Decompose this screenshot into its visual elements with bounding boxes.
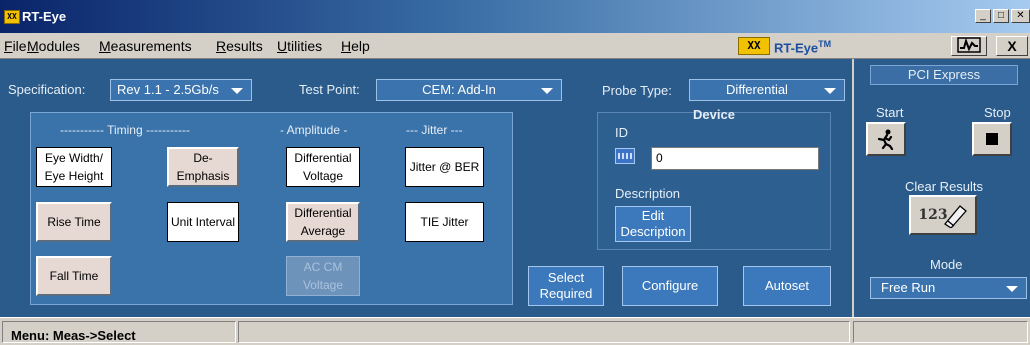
configure-button[interactable]: Configure xyxy=(622,266,718,306)
status-pane-right xyxy=(853,321,1028,343)
chevron-down-icon xyxy=(824,88,836,94)
brand-logo-icon: XX xyxy=(738,37,770,55)
stop-label: Stop xyxy=(984,105,1011,120)
menu-modules[interactable]: Modules xyxy=(27,38,80,54)
edit-description-button[interactable]: Edit Description xyxy=(615,206,691,242)
amplitude-group-header: - Amplitude - xyxy=(280,123,348,137)
maximize-button[interactable]: □ xyxy=(993,9,1009,23)
start-label: Start xyxy=(876,105,904,120)
menu-bar: File Modules Measurements Results Utilit… xyxy=(0,33,1030,59)
de-emphasis-button[interactable]: De- Emphasis xyxy=(167,147,239,187)
title-bar: XX RT-Eye _ □ ✕ xyxy=(0,0,1030,33)
mode-label: Mode xyxy=(930,257,963,272)
running-figure-icon xyxy=(877,129,894,150)
differential-average-button[interactable]: Differential Average xyxy=(286,202,360,242)
status-bar: Menu: Meas->Select xyxy=(0,317,1030,345)
jitter-at-ber-button[interactable]: Jitter @ BER xyxy=(405,147,484,187)
app-logo-icon: XX xyxy=(4,10,20,24)
test-point-label: Test Point: xyxy=(299,82,360,97)
specification-value: Rev 1.1 - 2.5Gb/s xyxy=(117,82,219,97)
test-point-value: CEM: Add-In xyxy=(422,82,496,97)
window-title: RT-Eye xyxy=(22,9,67,24)
unit-interval-button[interactable]: Unit Interval xyxy=(167,202,239,242)
tie-jitter-button[interactable]: TIE Jitter xyxy=(405,202,484,242)
probe-type-select[interactable]: Differential xyxy=(689,79,845,101)
timing-group-header: ----------- Timing ----------- xyxy=(60,123,190,137)
menu-file[interactable]: File xyxy=(4,38,27,54)
status-pane-main: Menu: Meas->Select xyxy=(2,321,236,343)
brand-name: RT-Eye xyxy=(774,40,819,56)
clear-results-button[interactable]: 123 xyxy=(909,195,977,235)
probe-type-label: Probe Type: xyxy=(602,83,672,98)
chevron-down-icon xyxy=(1006,286,1018,292)
module-header: PCI Express xyxy=(870,65,1018,85)
select-required-button[interactable]: Select Required xyxy=(528,266,604,306)
waveform-toolbar-button[interactable] xyxy=(951,36,987,56)
main-panel: Specification: Rev 1.1 - 2.5Gb/s Test Po… xyxy=(0,59,852,317)
jitter-group-header: --- Jitter --- xyxy=(406,123,463,137)
clear-results-label: Clear Results xyxy=(905,179,984,194)
brand-tm: TM xyxy=(818,39,832,49)
rise-time-button[interactable]: Rise Time xyxy=(36,202,112,242)
menu-utilities[interactable]: Utilities xyxy=(277,38,322,54)
stop-square-icon xyxy=(986,133,998,145)
menu-help[interactable]: Help xyxy=(341,38,370,54)
keyboard-icon[interactable] xyxy=(615,148,635,164)
autoset-button[interactable]: Autoset xyxy=(743,266,831,306)
mode-select[interactable]: Free Run xyxy=(870,277,1027,299)
description-label: Description xyxy=(615,186,681,201)
eraser-icon xyxy=(943,205,967,228)
mode-value: Free Run xyxy=(881,280,936,295)
menu-results[interactable]: Results xyxy=(216,38,263,54)
ac-cm-voltage-button: AC CM Voltage xyxy=(286,256,360,296)
close-app-button[interactable]: X xyxy=(996,36,1028,56)
status-text: Menu: Meas->Select xyxy=(11,328,136,343)
probe-type-value: Differential xyxy=(726,82,788,97)
device-id-label: ID xyxy=(615,125,628,140)
close-window-button[interactable]: ✕ xyxy=(1011,9,1030,23)
test-point-select[interactable]: CEM: Add-In xyxy=(376,79,562,101)
differential-voltage-button[interactable]: Differential Voltage xyxy=(286,147,360,187)
start-button[interactable] xyxy=(866,122,906,156)
fall-time-button[interactable]: Fall Time xyxy=(36,256,112,296)
device-id-input[interactable]: 0 xyxy=(651,147,819,170)
measurements-panel: ----------- Timing ----------- - Amplitu… xyxy=(30,112,513,305)
eye-width-height-button[interactable]: Eye Width/ Eye Height xyxy=(36,147,112,187)
stop-button[interactable] xyxy=(972,122,1012,156)
control-panel: PCI Express Start Stop Clear Results 123… xyxy=(852,59,1030,317)
waveform-icon xyxy=(957,37,981,53)
chevron-down-icon xyxy=(541,88,553,94)
specification-label: Specification: xyxy=(8,82,86,97)
minimize-button[interactable]: _ xyxy=(975,9,991,23)
device-panel: Device ID 0 Description Edit Description xyxy=(597,107,831,250)
status-pane-secondary xyxy=(238,321,850,343)
chevron-down-icon xyxy=(231,88,243,94)
device-title: Device xyxy=(693,107,735,122)
menu-measurements[interactable]: Measurements xyxy=(99,38,192,54)
specification-select[interactable]: Rev 1.1 - 2.5Gb/s xyxy=(110,79,252,101)
